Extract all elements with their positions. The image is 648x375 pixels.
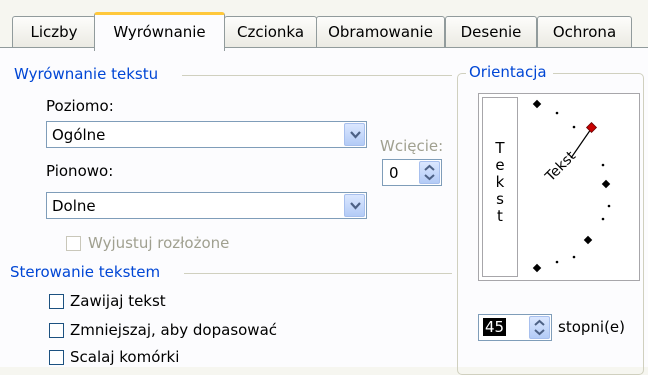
- dial-dot: [601, 163, 605, 167]
- dial-diamond: [583, 235, 593, 245]
- group-separator: [182, 75, 452, 76]
- degrees-spinner[interactable]: 45: [478, 314, 552, 341]
- spinner-arrows-icon: [424, 164, 435, 181]
- chevron-down-icon: [350, 202, 361, 210]
- tab-liczby[interactable]: Liczby: [12, 16, 96, 47]
- horizontal-label: Poziomo:: [46, 97, 114, 115]
- orientation-box[interactable]: Tekst Tekst: [478, 93, 640, 281]
- dial-dot: [572, 255, 576, 259]
- dropdown-button[interactable]: [344, 194, 365, 217]
- vertical-text-toggle[interactable]: Tekst: [482, 97, 518, 277]
- dial-diamond: [601, 179, 611, 189]
- tab-desenie[interactable]: Desenie: [445, 16, 537, 47]
- justify-distributed-label: Wyjustuj rozłożone: [88, 234, 230, 252]
- dial-dot: [555, 260, 559, 264]
- tab-label: Obramowanie: [328, 23, 433, 41]
- tab-bar: Liczby Wyrównanie Czcionka Obramowanie D…: [0, 0, 648, 52]
- wrap-text-label: Zawijaj tekst: [70, 292, 166, 310]
- tab-label: Desenie: [460, 23, 522, 41]
- merge-cells-checkbox[interactable]: [49, 350, 64, 365]
- degrees-value: 45: [483, 318, 507, 336]
- wrap-text-checkbox[interactable]: [49, 294, 64, 309]
- orientation-heading: Orientacja: [466, 63, 553, 81]
- merge-cells-label: Scalaj komórki: [70, 348, 180, 366]
- orientation-dial[interactable]: Tekst: [521, 94, 639, 282]
- text-control-heading: Sterowanie tekstem: [10, 263, 167, 281]
- shrink-to-fit-label: Zmniejszaj, aby dopasować: [70, 321, 278, 339]
- vertical-combobox[interactable]: Dolne: [46, 192, 367, 219]
- tab-wyrownanie[interactable]: Wyrównanie: [94, 12, 225, 51]
- dial-dot: [601, 217, 605, 221]
- vertical-label: Pionowo:: [46, 162, 114, 180]
- indent-label: Wcięcie:: [380, 137, 444, 155]
- dial-pointer-line: [570, 128, 592, 159]
- vertical-text-label: Tekst: [495, 139, 505, 225]
- shrink-to-fit-checkbox[interactable]: [49, 323, 64, 338]
- indent-value: 0: [389, 164, 399, 182]
- spinner-arrows-icon: [534, 319, 545, 336]
- tab-label: Liczby: [30, 23, 78, 41]
- dial-dot: [555, 111, 559, 115]
- dial-diamond: [532, 99, 542, 109]
- horizontal-value: Ogólne: [52, 126, 106, 144]
- tab-obramowanie[interactable]: Obramowanie: [316, 16, 445, 47]
- horizontal-combobox[interactable]: Ogólne: [46, 121, 367, 148]
- justify-distributed-checkbox[interactable]: [66, 236, 81, 251]
- dial-handle-diamond[interactable]: [585, 121, 598, 134]
- vertical-value: Dolne: [52, 197, 96, 215]
- tab-label: Ochrona: [552, 23, 617, 41]
- chevron-down-icon: [350, 131, 361, 139]
- dropdown-button[interactable]: [344, 123, 365, 146]
- spinner-buttons[interactable]: [529, 316, 550, 339]
- group-separator: [184, 273, 452, 274]
- degrees-label: stopni(e): [558, 318, 626, 336]
- dial-diamond: [532, 263, 542, 273]
- indent-spinner[interactable]: 0: [382, 159, 442, 186]
- dial-dot: [607, 204, 611, 208]
- tab-label: Wyrównanie: [113, 23, 206, 41]
- text-alignment-heading: Wyrównanie tekstu: [14, 65, 165, 83]
- tab-label: Czcionka: [236, 23, 305, 41]
- dial-dot: [572, 125, 576, 129]
- spinner-buttons[interactable]: [419, 161, 440, 184]
- tab-ochrona[interactable]: Ochrona: [537, 16, 632, 47]
- tab-czcionka[interactable]: Czcionka: [224, 16, 317, 47]
